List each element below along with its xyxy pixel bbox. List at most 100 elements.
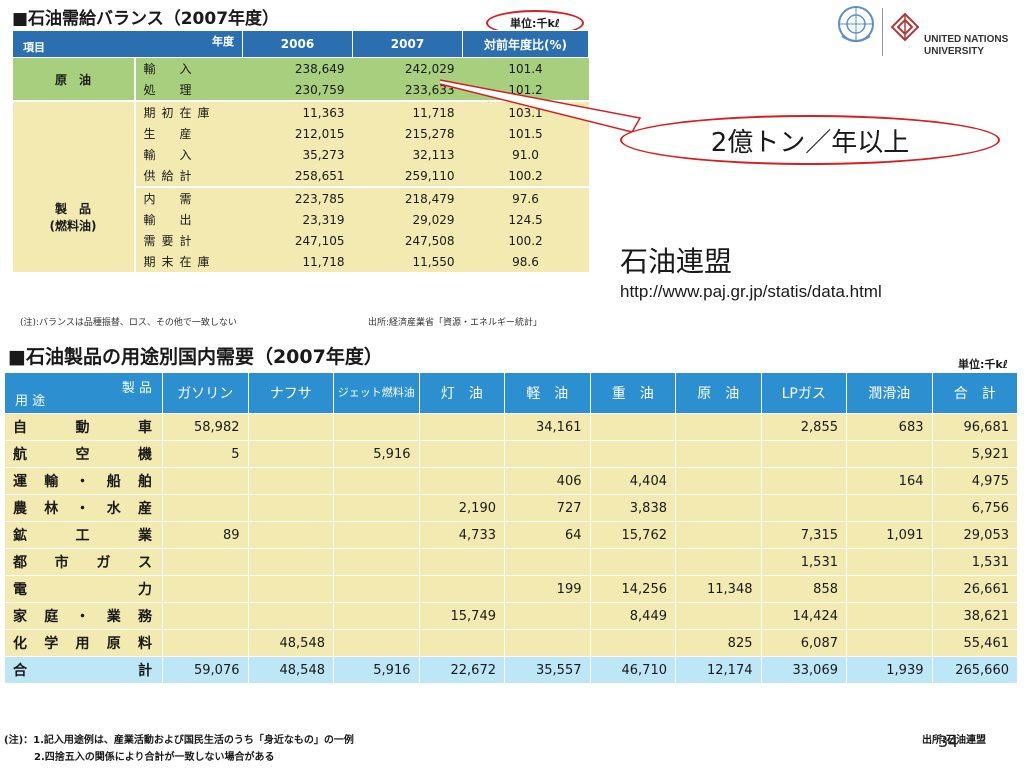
cell: 1,091: [846, 521, 933, 549]
cell: [418, 440, 505, 468]
cell: 14,256: [589, 575, 676, 603]
unit-label: 単位:千kℓ: [958, 358, 1008, 371]
cell: 199: [504, 575, 591, 603]
cell: 5: [162, 440, 249, 468]
cell: [504, 548, 591, 576]
table-row: 自動車 58,982 34,161 2,855 683 96,681: [4, 413, 1018, 441]
cell: [162, 548, 249, 576]
use-label: 電力: [4, 575, 163, 603]
cell: [162, 629, 249, 657]
demand-table-title: ■石油製品の用途別国内需要（2007年度）: [8, 346, 383, 368]
cell: [675, 440, 762, 468]
cell: [675, 413, 762, 441]
cell: 15,749: [418, 602, 505, 630]
col-total: 合 計: [931, 372, 1018, 414]
cell: [247, 413, 334, 441]
cell: [760, 440, 847, 468]
logo-divider: [882, 8, 883, 56]
cell: 164: [846, 467, 933, 495]
paj-name: 石油連盟: [620, 245, 733, 278]
cell: [418, 413, 505, 441]
table-row: 農林・水産 2,190 727 3,838 6,756: [4, 494, 1018, 522]
cell: 46,710: [589, 656, 676, 684]
paj-url[interactable]: http://www.paj.gr.jp/statis/data.html: [620, 282, 882, 302]
cell: [589, 548, 676, 576]
cell: [418, 467, 505, 495]
cell: [504, 440, 591, 468]
cell: [675, 602, 762, 630]
cell: 265,660: [931, 656, 1018, 684]
col-jet-fuel: ジェット燃料油: [333, 372, 420, 414]
cell: [846, 440, 933, 468]
cell: 33,069: [760, 656, 847, 684]
header-use: 用 途: [15, 394, 46, 409]
cell: [247, 575, 334, 603]
cell: 6,087: [760, 629, 847, 657]
cell: [589, 440, 676, 468]
cell: [760, 494, 847, 522]
table-row: 鉱工業 89 4,733 64 15,762 7,315 1,091 29,053: [4, 521, 1018, 549]
cell: [247, 467, 334, 495]
cell: [162, 575, 249, 603]
col-naphtha: ナフサ: [247, 372, 334, 414]
cell: 1,939: [846, 656, 933, 684]
cell: 38,621: [931, 602, 1018, 630]
cell: 7,315: [760, 521, 847, 549]
cell: 14,424: [760, 602, 847, 630]
cell: 29,053: [931, 521, 1018, 549]
col-gasoline: ガソリン: [162, 372, 249, 414]
col-kerosene: 灯 油: [418, 372, 505, 414]
cell: [589, 629, 676, 657]
cell: [333, 494, 420, 522]
col-diesel: 軽 油: [504, 372, 591, 414]
cell: 26,661: [931, 575, 1018, 603]
cell: 64: [504, 521, 591, 549]
cell: 12,174: [675, 656, 762, 684]
cell: [333, 575, 420, 603]
callout-bubble: 2億トン／年以上: [620, 115, 1000, 165]
use-label: 家庭・業務: [4, 602, 163, 630]
cell: [846, 494, 933, 522]
cell: [162, 494, 249, 522]
cell: 1,531: [931, 548, 1018, 576]
cell: 2,855: [760, 413, 847, 441]
cell: [162, 602, 249, 630]
table-row: 航空機 5 5,916 5,921: [4, 440, 1018, 468]
cell: [418, 575, 505, 603]
cell: [846, 575, 933, 603]
cell: 5,916: [333, 656, 420, 684]
cell: [675, 521, 762, 549]
cell: [846, 548, 933, 576]
cell: 3,838: [589, 494, 676, 522]
unu-logo-text: UNITED NATIONS UNIVERSITY: [924, 34, 1008, 58]
table-row: 運輸・船舶 406 4,404 164 4,975: [4, 467, 1018, 495]
cell: 5,916: [333, 440, 420, 468]
cell: 22,672: [418, 656, 505, 684]
use-label: 自動車: [4, 413, 163, 441]
cell: 34,161: [504, 413, 591, 441]
col-lubricant: 潤滑油: [846, 372, 933, 414]
cell: [760, 467, 847, 495]
cell: 858: [760, 575, 847, 603]
use-label: 都市ガス: [4, 548, 163, 576]
cell: 4,404: [589, 467, 676, 495]
use-label: 農林・水産: [4, 494, 163, 522]
cell: 89: [162, 521, 249, 549]
use-label: 航空機: [4, 440, 163, 468]
cell: 55,461: [931, 629, 1018, 657]
cell: 683: [846, 413, 933, 441]
cell: 727: [504, 494, 591, 522]
unu-line1: UNITED NATIONS: [924, 34, 1009, 45]
cell: 8,449: [589, 602, 676, 630]
demand-note-2: 2.四捨五入の関係により合計が一致しない場合がある: [34, 752, 275, 763]
cell: [333, 629, 420, 657]
col-lpg: LPガス: [760, 372, 847, 414]
cell: [846, 602, 933, 630]
cell: [333, 521, 420, 549]
cell: [333, 602, 420, 630]
use-label: 合計: [4, 656, 163, 684]
cell: [333, 548, 420, 576]
cell: [247, 548, 334, 576]
cell: [333, 467, 420, 495]
cell: [247, 494, 334, 522]
